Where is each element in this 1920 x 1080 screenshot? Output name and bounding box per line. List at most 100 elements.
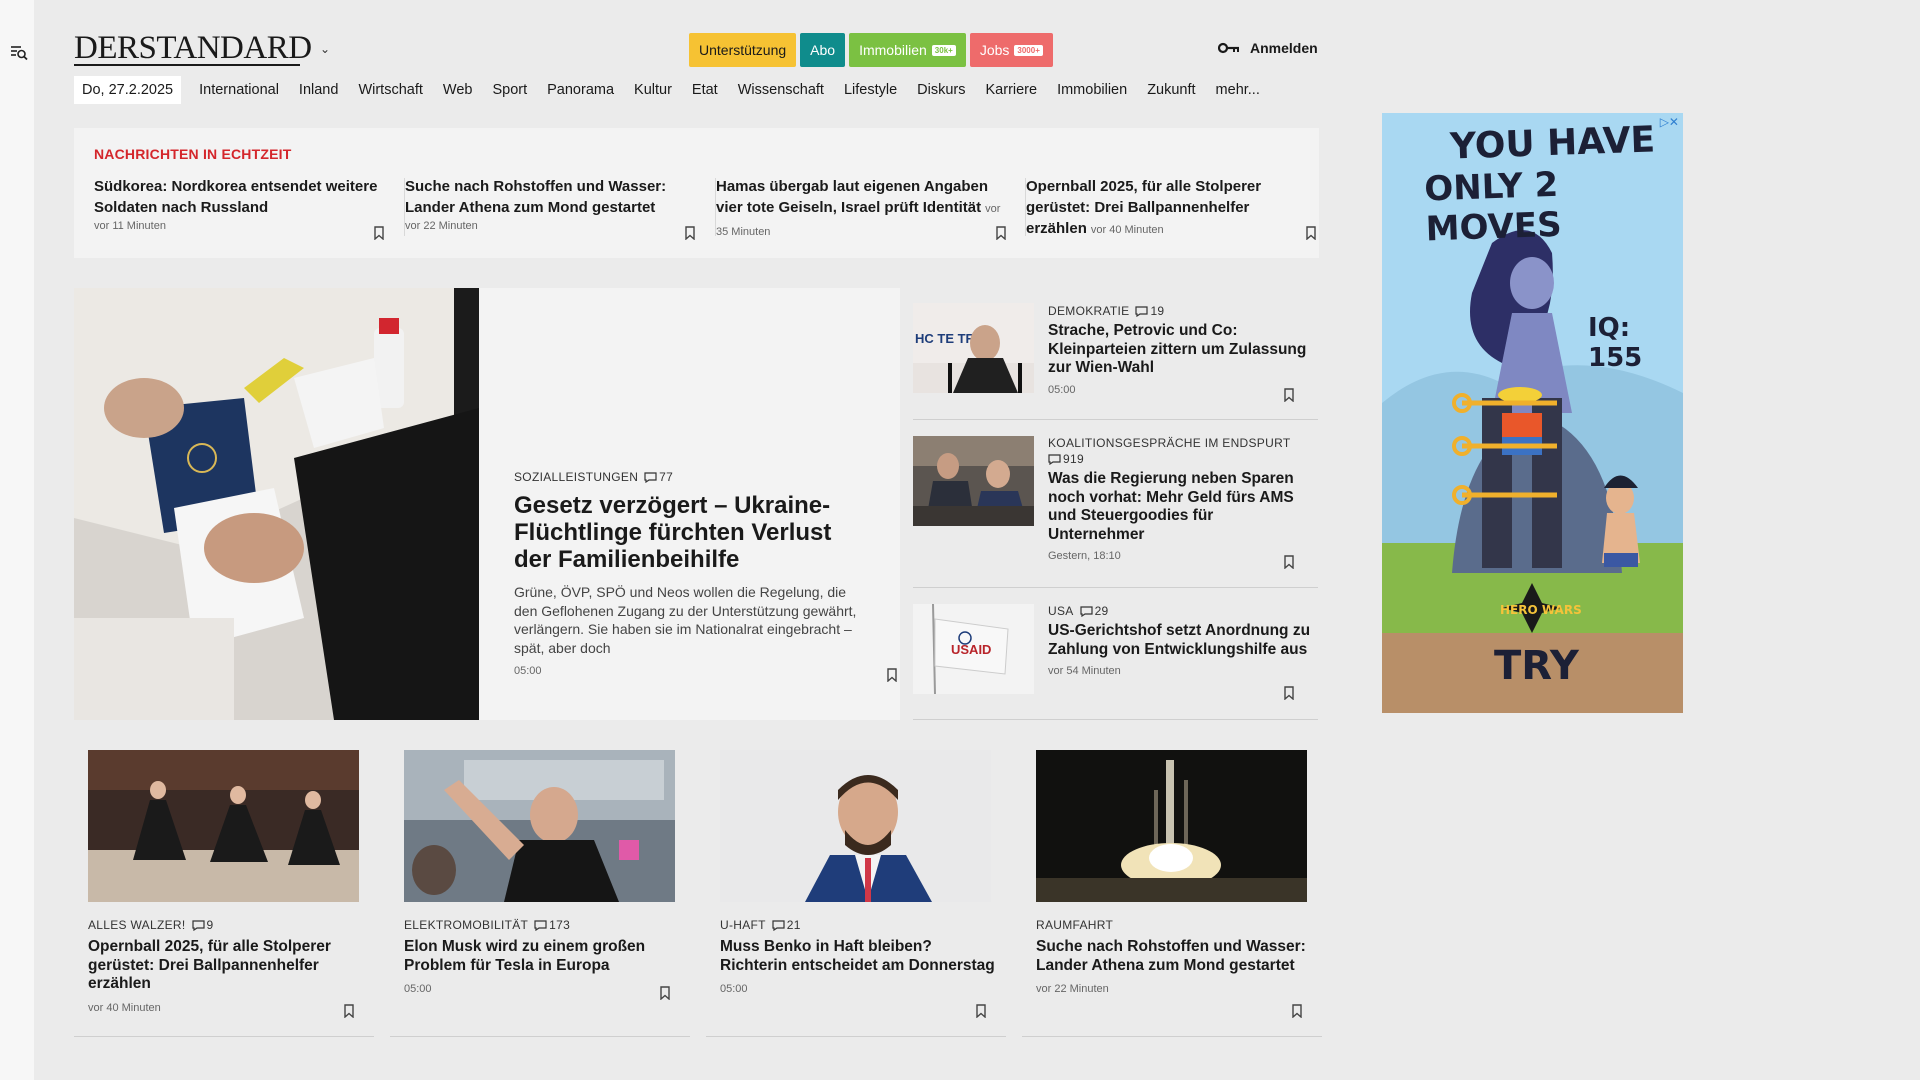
ticker-item[interactable]: Suche nach Rohstoffen und Wasser: Lander… <box>405 176 695 240</box>
bookmark-icon[interactable] <box>887 668 897 682</box>
card-kicker: ELEKTROMOBILITÄT 173 <box>404 918 679 932</box>
side-article-text: USA 29 US-Gerichtshof setzt Anordnung zu… <box>1048 604 1313 677</box>
card-time: vor 40 Minuten <box>88 1001 161 1014</box>
ticker-title: NACHRICHTEN IN ECHTZEIT <box>94 146 292 162</box>
ticker-item[interactable]: Südkorea: Nordkorea entsendet weitere So… <box>94 176 384 240</box>
lead-teaser: Grüne, ÖVP, SPÖ und Neos wollen die Rege… <box>514 584 857 656</box>
side-kicker: USA 29 <box>1048 604 1313 618</box>
nav-lifestyle[interactable]: Lifestyle <box>834 76 907 104</box>
side-article[interactable]: HC TE TRAC DEMOKRATIE 19 Strache, Petrov… <box>913 288 1318 420</box>
bookmark-icon[interactable] <box>344 1004 354 1018</box>
nav-inland[interactable]: Inland <box>289 76 349 104</box>
comments-number: 29 <box>1094 604 1109 618</box>
card-kicker-label: RAUMFAHRT <box>1036 918 1114 932</box>
bookmark-icon[interactable] <box>1292 1004 1302 1018</box>
nav-karriere[interactable]: Karriere <box>976 76 1048 104</box>
nav-international[interactable]: International <box>189 76 289 104</box>
card-title: Opernball 2025, für alle Stolperer gerüs… <box>88 938 331 992</box>
ad-cta: TRY <box>1494 643 1579 689</box>
nav-sport[interactable]: Sport <box>482 76 537 104</box>
side-img-text: USAID <box>951 642 991 657</box>
chevron-down-icon[interactable]: ⌄ <box>320 42 330 56</box>
nav-panorama[interactable]: Panorama <box>537 76 624 104</box>
comment-icon <box>1079 605 1093 617</box>
side-time: vor 54 Minuten <box>1048 665 1121 677</box>
ticker-item-time: vor 40 Minuten <box>1090 224 1164 236</box>
comments-count[interactable]: 919 <box>1048 452 1084 466</box>
bookmark-icon[interactable] <box>976 1004 986 1018</box>
top-buttons: Unterstützung Abo Immobilien 30k+ Jobs 300… <box>689 33 1053 67</box>
side-title: Was die Regierung neben Sparen noch vorh… <box>1048 470 1294 543</box>
nav-more[interactable]: mehr... <box>1206 76 1270 104</box>
card-kicker: ALLES WALZER! 9 <box>88 918 363 932</box>
comment-icon <box>772 919 785 931</box>
abo-button[interactable]: Abo <box>800 33 846 67</box>
immobilien-badge: 30k+ <box>931 44 956 56</box>
side-article-image: USAID <box>913 604 1034 694</box>
bookmark-icon[interactable] <box>1284 686 1294 700</box>
lead-kicker-label: SOZIALLEISTUNGEN <box>514 470 639 484</box>
left-sidebar <box>0 0 34 1080</box>
login-button[interactable]: Anmelden <box>1218 40 1318 56</box>
side-article-text: KOALITIONSGESPRÄCHE IM ENDSPURT 919 Was … <box>1048 436 1313 562</box>
site-logo[interactable]: DERSTANDARD <box>74 30 312 67</box>
lead-kicker: SOZIALLEISTUNGEN 77 <box>514 470 864 484</box>
bookmark-icon[interactable] <box>374 226 384 240</box>
article-card[interactable]: RAUMFAHRT Suche nach Rohstoffen und Wass… <box>1022 750 1322 1037</box>
side-article-image <box>913 436 1034 526</box>
ticker-item-time: vor 22 Minuten <box>405 220 478 232</box>
bookmark-icon[interactable] <box>1306 226 1316 240</box>
nav-kultur[interactable]: Kultur <box>624 76 682 104</box>
side-article[interactable]: KOALITIONSGESPRÄCHE IM ENDSPURT 919 Was … <box>913 420 1318 588</box>
page: DERSTANDARD ⌄ Unterstützung Abo Immobili… <box>34 0 1920 1080</box>
side-article[interactable]: USAID USA 29 US-Gerichtshof setzt Anordn… <box>913 588 1318 720</box>
jobs-badge: 3000+ <box>1014 44 1043 56</box>
lead-article[interactable]: SOZIALLEISTUNGEN 77 Gesetz verzögert – U… <box>74 288 900 720</box>
side-kicker: DEMOKRATIE 19 <box>1048 304 1313 318</box>
advertisement[interactable]: YOU HAVE ONLY 2 MOVES IQ: 155 HERO WARS … <box>1382 113 1683 713</box>
nav-etat[interactable]: Etat <box>682 76 728 104</box>
bookmark-icon[interactable] <box>1284 388 1294 402</box>
nav-diskurs[interactable]: Diskurs <box>907 76 975 104</box>
nav-web[interactable]: Web <box>433 76 483 104</box>
nav-zukunft[interactable]: Zukunft <box>1137 76 1205 104</box>
immobilien-button[interactable]: Immobilien 30k+ <box>849 33 966 67</box>
nav-wirtschaft[interactable]: Wirtschaft <box>348 76 432 104</box>
main-nav: Do, 27.2.2025 International Inland Wirts… <box>74 76 1270 104</box>
article-card[interactable]: ELEKTROMOBILITÄT 173 Elon Musk wird zu e… <box>390 750 690 1037</box>
card-kicker-label: ELEKTROMOBILITÄT <box>404 918 529 932</box>
ticker-item[interactable]: Opernball 2025, für alle Stolperer gerüs… <box>1026 176 1316 240</box>
card-kicker-label: U-HAFT <box>720 918 766 932</box>
comments-count[interactable]: 19 <box>1135 304 1164 318</box>
comments-count[interactable]: 9 <box>191 918 214 932</box>
bookmark-icon[interactable] <box>685 226 695 240</box>
comments-count[interactable]: 29 <box>1079 604 1109 618</box>
article-card[interactable]: U-HAFT 21 Muss Benko in Haft bleiben? Ri… <box>706 750 1006 1037</box>
card-title: Muss Benko in Haft bleiben? Richterin en… <box>720 938 995 974</box>
bookmark-icon[interactable] <box>996 226 1006 240</box>
article-card[interactable]: ALLES WALZER! 9 Opernball 2025, für alle… <box>74 750 374 1037</box>
ad-close-icon[interactable]: ▷✕ <box>1660 115 1679 129</box>
jobs-button[interactable]: Jobs 3000+ <box>969 33 1053 67</box>
card-title: Elon Musk wird zu einem großen Problem f… <box>404 938 646 974</box>
card-text: U-HAFT 21 Muss Benko in Haft bleiben? Ri… <box>720 918 995 995</box>
card-image <box>88 750 359 902</box>
ad-headline-2: ONLY 2 MOVES <box>1423 164 1563 250</box>
bookmark-icon[interactable] <box>1284 555 1294 569</box>
comments-count[interactable]: 173 <box>534 918 570 932</box>
menu-search-icon[interactable] <box>10 44 28 62</box>
nav-immobilien[interactable]: Immobilien <box>1047 76 1137 104</box>
ticker-item[interactable]: Hamas übergab laut eigenen Angaben vier … <box>716 176 1006 240</box>
comments-count[interactable]: 77 <box>644 470 673 484</box>
nav-wissenschaft[interactable]: Wissenschaft <box>728 76 834 104</box>
card-text: ELEKTROMOBILITÄT 173 Elon Musk wird zu e… <box>404 918 679 995</box>
comments-count[interactable]: 21 <box>772 918 801 932</box>
lead-title: Gesetz verzögert – Ukraine-Flüchtlinge f… <box>514 492 832 573</box>
side-kicker-label: KOALITIONSGESPRÄCHE IM ENDSPURT <box>1048 436 1291 450</box>
bookmark-icon[interactable] <box>660 986 670 1000</box>
card-kicker: U-HAFT 21 <box>720 918 995 932</box>
support-button[interactable]: Unterstützung <box>689 33 797 67</box>
comment-icon <box>191 919 205 931</box>
ad-headline-1: YOU HAVE <box>1449 119 1656 168</box>
live-ticker: NACHRICHTEN IN ECHTZEIT Südkorea: Nordko… <box>74 128 1319 258</box>
